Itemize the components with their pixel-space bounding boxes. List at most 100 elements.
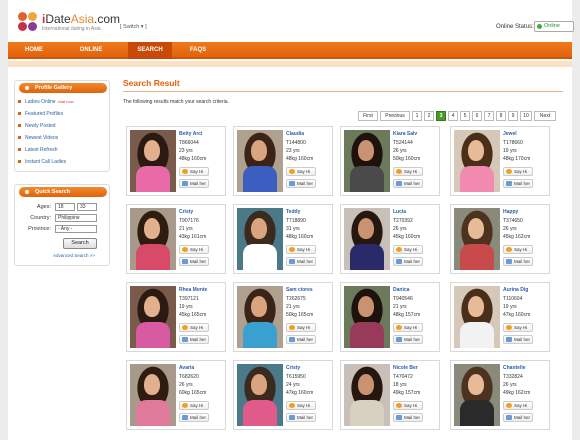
sidebar-item-latest-refresh[interactable]: Latest Refresh — [18, 145, 58, 155]
say-hi-button[interactable]: Say Hi — [179, 245, 209, 254]
say-hi-button[interactable]: Say Hi — [179, 167, 209, 176]
page-link-5[interactable]: 5 — [460, 111, 470, 121]
page-link-next[interactable]: Next — [534, 111, 556, 121]
say-hi-button[interactable]: Say Hi — [393, 323, 423, 332]
age-from-select[interactable]: 18 — [55, 203, 75, 211]
province-select[interactable]: - Any - — [55, 225, 97, 233]
page-link-previous[interactable]: Previous — [380, 111, 410, 121]
profile-card[interactable]: Lucia T270392 26 yrs 45kg 160cm Say Hi Mail h… — [340, 204, 440, 274]
say-hi-button[interactable]: Say Hi — [179, 401, 209, 410]
profile-photo[interactable] — [130, 130, 176, 192]
profile-card[interactable]: Betty Arci T866044 23 yrs 48kg 160cm Say Hi M… — [126, 126, 226, 196]
say-hi-button[interactable]: Say Hi — [503, 167, 533, 176]
mail-her-button[interactable]: Mail her — [393, 179, 423, 188]
profile-photo[interactable] — [454, 364, 500, 426]
mail-her-button[interactable]: Mail her — [179, 335, 209, 344]
profile-card[interactable]: Happy T374650 26 yrs 45kg 162cm Say Hi Mail h… — [450, 204, 550, 274]
page-link-1[interactable]: 1 — [412, 111, 422, 121]
profile-name[interactable]: Sam ciores — [286, 287, 313, 293]
brand-name[interactable]: iDateAsia.com — [42, 12, 120, 26]
say-hi-button[interactable]: Say Hi — [286, 167, 316, 176]
sidebar-item-newly-posted[interactable]: Newly Posted — [18, 121, 56, 131]
profile-name[interactable]: Kiara Salv — [393, 131, 417, 137]
mail-her-button[interactable]: Mail her — [393, 413, 423, 422]
profile-photo[interactable] — [344, 364, 390, 426]
search-button[interactable]: Search — [63, 238, 97, 249]
say-hi-button[interactable]: Say Hi — [503, 401, 533, 410]
profile-photo[interactable] — [344, 130, 390, 192]
say-hi-button[interactable]: Say Hi — [179, 323, 209, 332]
profile-photo[interactable] — [237, 208, 283, 270]
sidebar-item-ladies-online[interactable]: Ladies Online chat now — [18, 97, 74, 107]
sidebar-item-newest-videos[interactable]: Newest Videos — [18, 133, 58, 143]
profile-photo[interactable] — [344, 208, 390, 270]
profile-photo[interactable] — [130, 286, 176, 348]
profile-name[interactable]: Cristy — [179, 209, 193, 215]
profile-name[interactable]: Betty Arci — [179, 131, 202, 137]
profile-photo[interactable] — [454, 286, 500, 348]
profile-name[interactable]: Teddy — [286, 209, 300, 215]
page-link-8[interactable]: 8 — [496, 111, 506, 121]
page-link-2[interactable]: 2 — [424, 111, 434, 121]
say-hi-button[interactable]: Say Hi — [286, 401, 316, 410]
profile-name[interactable]: Danica — [393, 287, 409, 293]
say-hi-button[interactable]: Say Hi — [286, 245, 316, 254]
profile-card[interactable]: Cristy T615950 24 yrs 47kg 160cm Say Hi Mail … — [233, 360, 333, 430]
page-link-3[interactable]: 3 — [436, 111, 446, 121]
profile-photo[interactable] — [237, 130, 283, 192]
mail-her-button[interactable]: Mail her — [393, 335, 423, 344]
mail-her-button[interactable]: Mail her — [179, 179, 209, 188]
chat-now-badge[interactable]: chat now — [58, 99, 74, 104]
profile-name[interactable]: Nicole Ber — [393, 365, 418, 371]
profile-card[interactable]: Cristy T907176 21 yrs 43kg 161cm Say Hi Mail … — [126, 204, 226, 274]
profile-photo[interactable] — [130, 364, 176, 426]
country-select[interactable]: Philippine — [55, 214, 97, 222]
mail-her-button[interactable]: Mail her — [503, 413, 533, 422]
advanced-search-link[interactable]: Advanced Search >> — [53, 253, 95, 258]
profile-card[interactable]: Danica T940546 21 yrs 48kg 157cm Say Hi Mail … — [340, 282, 440, 352]
nav-faqs[interactable]: FAQS — [176, 42, 220, 59]
say-hi-button[interactable]: Say Hi — [393, 245, 423, 254]
profile-name[interactable]: Jewel — [503, 131, 517, 137]
profile-name[interactable]: Claudia — [286, 131, 304, 137]
profile-photo[interactable] — [130, 208, 176, 270]
nav-online[interactable]: ONLINE — [62, 42, 120, 59]
profile-name[interactable]: Chantelle — [503, 365, 526, 371]
page-link-4[interactable]: 4 — [448, 111, 458, 121]
mail-her-button[interactable]: Mail her — [179, 413, 209, 422]
profile-card[interactable]: Kiara Salv T524144 26 yrs 50kg 160cm Say Hi M… — [340, 126, 440, 196]
page-link-9[interactable]: 9 — [508, 111, 518, 121]
profile-card[interactable]: Jewel T178660 19 yrs 48kg 170cm Say Hi Mail h… — [450, 126, 550, 196]
sidebar-item-instant-call-ladies[interactable]: Instant Call Ladies — [18, 157, 66, 167]
mail-her-button[interactable]: Mail her — [503, 179, 533, 188]
profile-name[interactable]: Lucia — [393, 209, 406, 215]
profile-card[interactable]: Sam ciores T262675 21 yrs 50kg 165cm Say Hi M… — [233, 282, 333, 352]
profile-name[interactable]: Avaria — [179, 365, 194, 371]
nav-search[interactable]: SEARCH — [128, 42, 172, 59]
profile-name[interactable]: Happy — [503, 209, 518, 215]
say-hi-button[interactable]: Say Hi — [393, 401, 423, 410]
profile-card[interactable]: Avaria T682620 26 yrs 60kg 165cm Say Hi Mail … — [126, 360, 226, 430]
mail-her-button[interactable]: Mail her — [286, 179, 316, 188]
profile-card[interactable]: Claudia T144800 23 yrs 48kg 160cm Say Hi Mail… — [233, 126, 333, 196]
profile-photo[interactable] — [454, 208, 500, 270]
mail-her-button[interactable]: Mail her — [503, 257, 533, 266]
say-hi-button[interactable]: Say Hi — [503, 245, 533, 254]
sidebar-item-featured-profiles[interactable]: Featured Profiles — [18, 109, 63, 119]
logo-icon[interactable] — [18, 12, 38, 32]
say-hi-button[interactable]: Say Hi — [503, 323, 533, 332]
profile-name[interactable]: Rhea Monte — [179, 287, 207, 293]
say-hi-button[interactable]: Say Hi — [393, 167, 423, 176]
online-status-select[interactable]: Online — [534, 21, 574, 32]
profile-name[interactable]: Cristy — [286, 365, 300, 371]
profile-photo[interactable] — [237, 286, 283, 348]
profile-photo[interactable] — [454, 130, 500, 192]
page-link-10[interactable]: 10 — [520, 111, 532, 121]
mail-her-button[interactable]: Mail her — [393, 257, 423, 266]
profile-card[interactable]: Rhea Monte T397121 19 yrs 45kg 165cm Say Hi M… — [126, 282, 226, 352]
profile-name[interactable]: Aurina Dig — [503, 287, 528, 293]
profile-card[interactable]: Aurina Dig T110604 19 yrs 47kg 160cm Say Hi M… — [450, 282, 550, 352]
age-to-select[interactable]: 33 — [77, 203, 97, 211]
mail-her-button[interactable]: Mail her — [503, 335, 533, 344]
mail-her-button[interactable]: Mail her — [286, 335, 316, 344]
